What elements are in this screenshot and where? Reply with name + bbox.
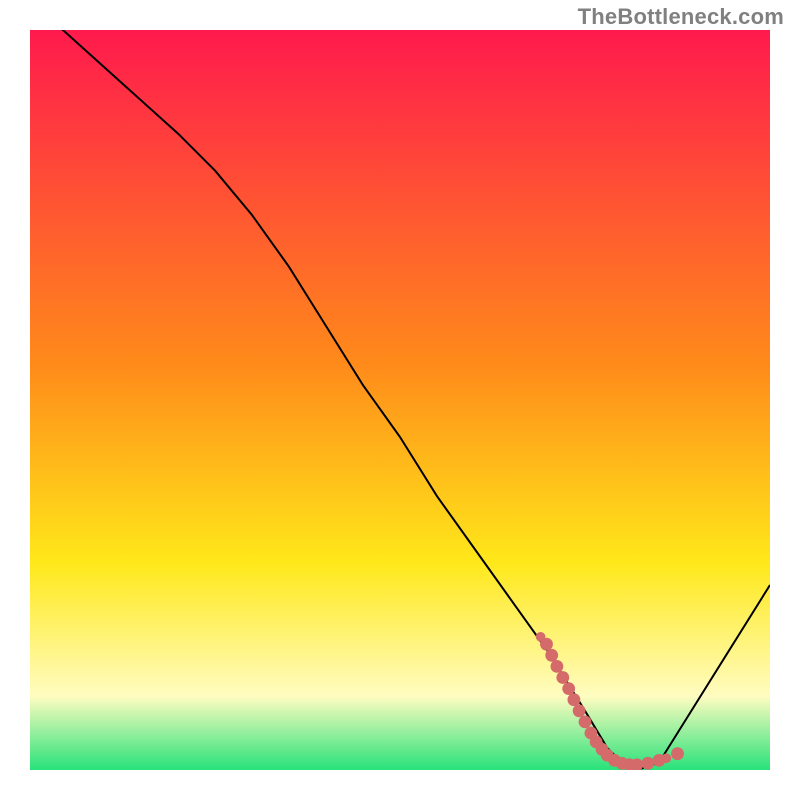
scatter-point xyxy=(562,682,575,695)
scatter-point xyxy=(642,757,655,770)
scatter-point xyxy=(556,671,569,684)
scatter-point xyxy=(671,747,684,760)
watermark-text: TheBottleneck.com xyxy=(578,4,784,30)
bottleneck-chart xyxy=(30,30,770,770)
scatter-point xyxy=(540,638,553,651)
scatter-point xyxy=(568,693,581,706)
scatter-point xyxy=(573,704,586,717)
gradient-background xyxy=(30,30,770,770)
scatter-point xyxy=(551,660,564,673)
scatter-point xyxy=(545,649,558,662)
scatter-point xyxy=(662,753,672,763)
scatter-point xyxy=(579,716,592,729)
